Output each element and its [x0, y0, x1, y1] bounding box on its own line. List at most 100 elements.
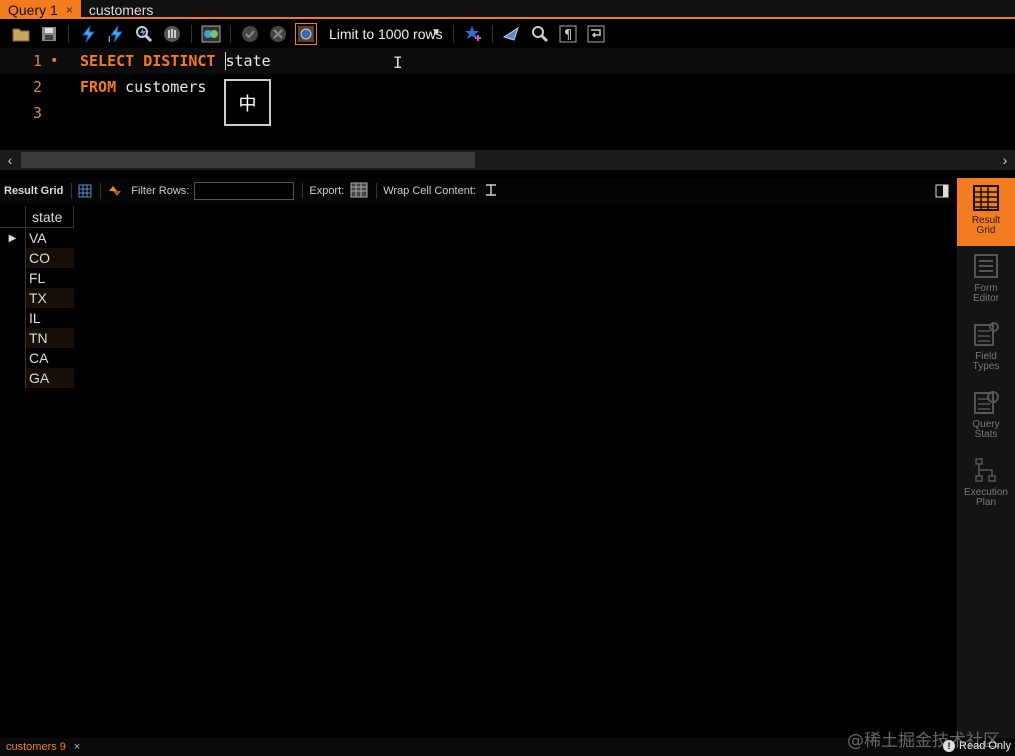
table-cell[interactable]: VA	[26, 228, 74, 248]
rollback-icon[interactable]	[267, 23, 289, 45]
row-selected-icon[interactable]: ▶	[0, 228, 26, 248]
stop-icon[interactable]	[161, 23, 183, 45]
side-execution-plan-button[interactable]: Execution Plan	[957, 450, 1015, 518]
table-cell[interactable]: TN	[26, 328, 74, 348]
grid-view-icon[interactable]	[78, 184, 92, 198]
read-only-label: Read Only	[959, 740, 1011, 752]
table-cell[interactable]: TX	[26, 288, 74, 308]
scroll-left-icon[interactable]: ‹	[0, 150, 20, 170]
table-row[interactable]: CA	[0, 348, 74, 368]
toolbar-separator	[302, 183, 304, 199]
tab-customers[interactable]: customers	[81, 0, 162, 19]
result-toolbar: Result Grid Filter Rows: Export: Wrap Ce…	[0, 178, 957, 204]
find-icon[interactable]	[529, 23, 551, 45]
result-grid-label[interactable]: Result Grid	[4, 185, 63, 197]
table-row[interactable]: IL	[0, 308, 74, 328]
row-header[interactable]	[0, 368, 26, 388]
wrap-icon[interactable]	[585, 23, 607, 45]
side-label: Plan	[975, 497, 996, 508]
row-header[interactable]	[0, 288, 26, 308]
sql-keyword: FROM	[80, 78, 126, 96]
filter-rows-label: Filter Rows:	[131, 182, 295, 200]
sql-editor[interactable]: 1 • SELECT DISTINCT state 2 FROM custome…	[0, 48, 1015, 150]
table-row[interactable]: TN	[0, 328, 74, 348]
grid-corner[interactable]	[0, 206, 26, 227]
side-result-grid-button[interactable]: Result Grid	[957, 178, 1015, 246]
save-icon[interactable]	[38, 23, 60, 45]
wrap-cell-icon[interactable]	[484, 183, 498, 200]
row-header[interactable]	[0, 348, 26, 368]
row-header[interactable]	[0, 308, 26, 328]
side-label: Stats	[974, 429, 998, 440]
field-types-icon	[974, 322, 999, 346]
panel-toggle-icon[interactable]	[935, 184, 949, 201]
read-only-indicator: ! Read Only	[943, 740, 1011, 752]
export-label: Export:	[309, 182, 368, 201]
editor-line[interactable]: 1 • SELECT DISTINCT state	[0, 48, 1015, 74]
tab-label: customers	[88, 1, 154, 18]
column-header-state[interactable]: state	[26, 206, 74, 227]
table-cell[interactable]: FL	[26, 268, 74, 288]
horizontal-scrollbar[interactable]: ‹ ›	[0, 150, 1015, 170]
toolbar-separator	[68, 25, 69, 43]
tab-query-1[interactable]: Query 1 ×	[0, 0, 81, 19]
svg-text:¶: ¶	[564, 28, 572, 43]
ime-indicator: 中	[224, 79, 271, 126]
toolbar-separator	[100, 183, 102, 199]
editor-line[interactable]: 3	[0, 100, 1015, 126]
side-field-types-button[interactable]: Field Types	[957, 314, 1015, 382]
explain-icon[interactable]	[133, 23, 155, 45]
table-row[interactable]: FL	[0, 268, 74, 288]
table-row[interactable]: ▶ VA	[0, 228, 74, 248]
beautify-icon[interactable]	[501, 23, 523, 45]
refresh-icon[interactable]	[107, 184, 123, 198]
table-cell[interactable]: CA	[26, 348, 74, 368]
toolbar-separator	[453, 25, 454, 43]
result-tab-customers[interactable]: customers 9 ×	[0, 741, 80, 753]
table-row[interactable]: GA	[0, 368, 74, 388]
side-panel: Result Grid Form Editor Field Types Quer…	[957, 178, 1015, 738]
side-form-editor-button[interactable]: Form Editor	[957, 246, 1015, 314]
scrollbar-thumb[interactable]	[21, 152, 475, 168]
chevron-down-icon: ▼	[431, 27, 441, 38]
execute-current-icon[interactable]: I	[105, 23, 127, 45]
close-icon[interactable]: ×	[74, 741, 80, 753]
row-header[interactable]	[0, 248, 26, 268]
bookmark-icon[interactable]	[462, 23, 484, 45]
side-label: Grid	[976, 225, 996, 236]
scroll-right-icon[interactable]: ›	[995, 150, 1015, 170]
side-query-stats-button[interactable]: Query Stats	[957, 382, 1015, 450]
result-grid[interactable]: state ▶ VA CO FL TX IL TN CA GA	[0, 206, 74, 388]
filter-rows-text: Filter Rows:	[131, 185, 190, 197]
wrap-cell-text: Wrap Cell Content:	[383, 185, 476, 197]
table-row[interactable]: TX	[0, 288, 74, 308]
export-icon[interactable]	[350, 182, 368, 201]
ibeam-cursor-icon: I	[393, 53, 403, 72]
toggle-output-icon[interactable]	[200, 23, 222, 45]
editor-line[interactable]: 2 FROM customers	[0, 74, 1015, 100]
info-icon: !	[943, 740, 956, 752]
row-header[interactable]	[0, 328, 26, 348]
statement-marker: •	[50, 53, 59, 69]
toolbar-separator	[492, 25, 493, 43]
invisible-chars-icon[interactable]: ¶	[557, 23, 579, 45]
sql-toolbar: I Limit to 1000 rows ▼ ¶	[0, 21, 1015, 47]
tab-label: Query 1	[8, 1, 58, 18]
sql-identifier: customers	[125, 78, 207, 96]
close-icon[interactable]: ×	[66, 3, 73, 17]
toolbar-separator	[230, 25, 231, 43]
tab-bar: Query 1 × customers	[0, 0, 1015, 19]
wrap-cell-label: Wrap Cell Content:	[383, 183, 498, 200]
table-cell[interactable]: CO	[26, 248, 74, 268]
filter-rows-input[interactable]	[194, 182, 295, 200]
export-text: Export:	[309, 185, 345, 197]
table-cell[interactable]: IL	[26, 308, 74, 328]
table-row[interactable]: CO	[0, 248, 74, 268]
commit-icon[interactable]	[239, 23, 261, 45]
limit-rows-select[interactable]: Limit to 1000 rows ▼	[323, 23, 445, 45]
execute-icon[interactable]	[77, 23, 99, 45]
folder-icon[interactable]	[10, 23, 32, 45]
table-cell[interactable]: GA	[26, 368, 74, 388]
autocommit-icon[interactable]	[295, 23, 317, 45]
row-header[interactable]	[0, 268, 26, 288]
